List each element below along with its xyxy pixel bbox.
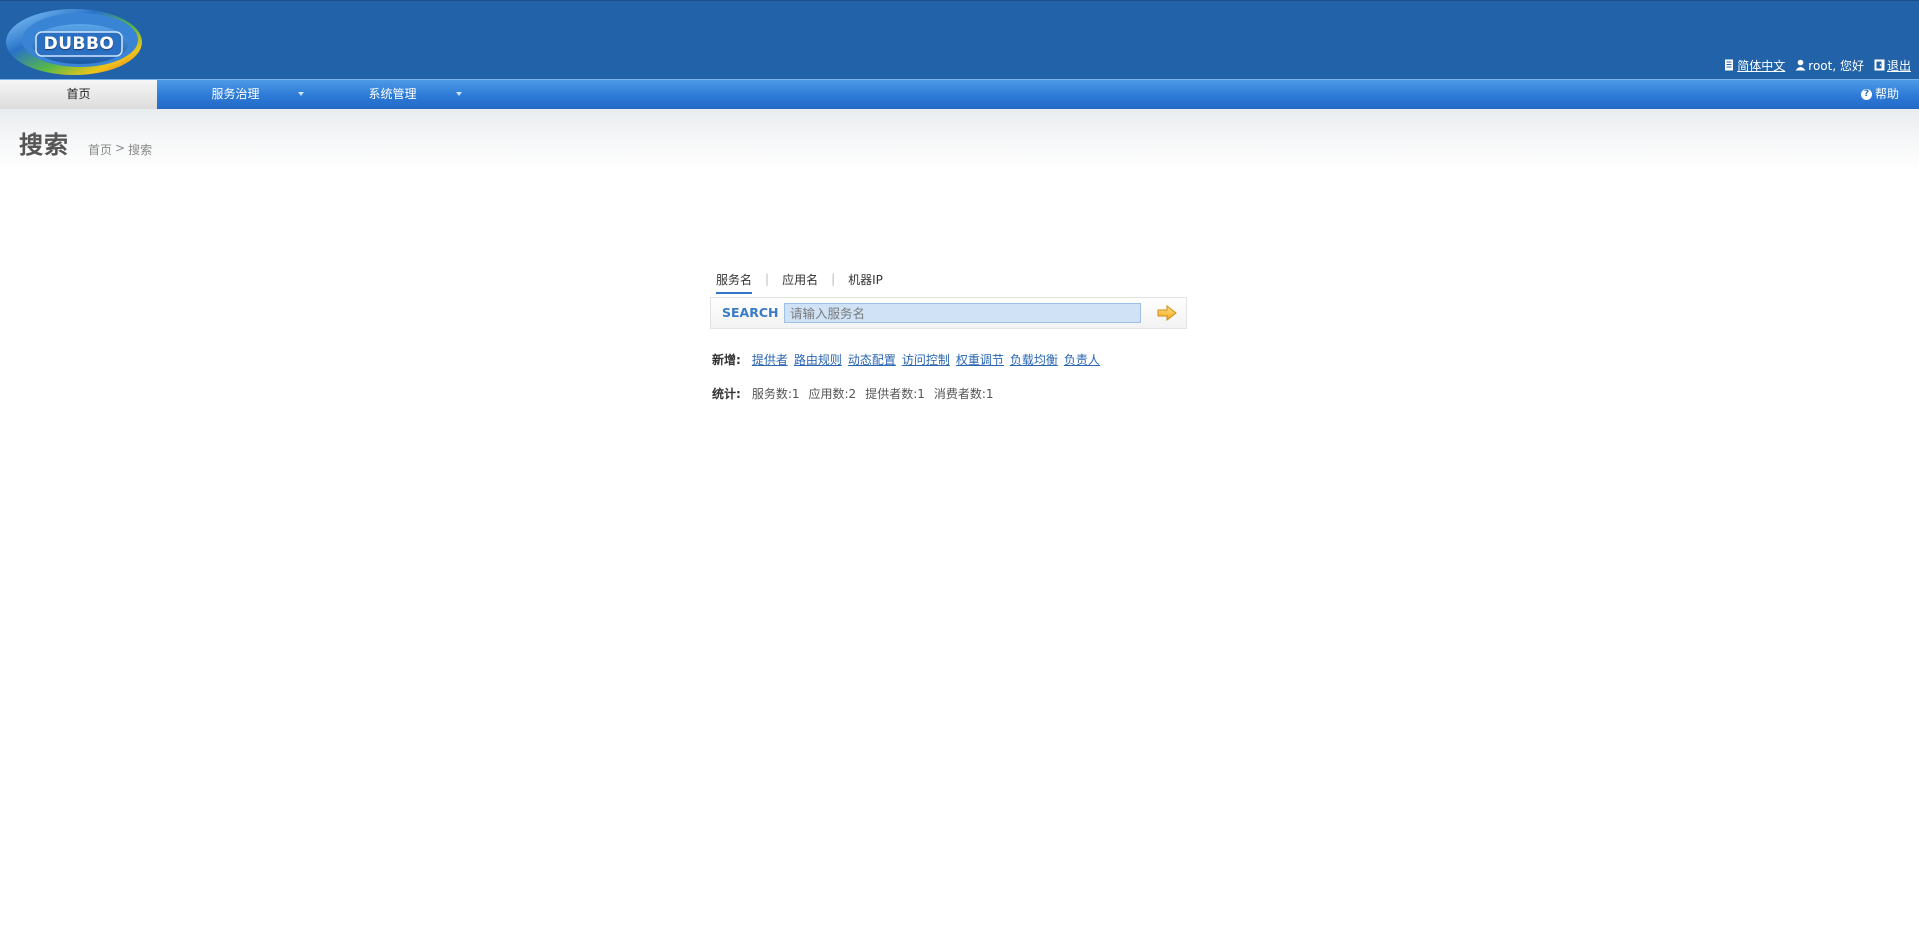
create-links-row: 新增: 提供者 路由规则 动态配置 访问控制 权重调节 负载均衡 负责人	[712, 351, 1106, 368]
search-label: SEARCH	[722, 305, 779, 320]
create-route-link[interactable]: 路由规则	[794, 351, 842, 368]
language-switch: 简体中文	[1724, 57, 1785, 74]
main-nav: 首页 服务治理 系统管理 ? 帮助	[0, 79, 1919, 109]
tab-separator: |	[765, 272, 770, 286]
tab-separator: |	[831, 272, 836, 286]
create-owner-link[interactable]: 负责人	[1064, 351, 1100, 368]
user-info: root, 您好	[1795, 57, 1864, 74]
logout: 退出	[1874, 57, 1911, 74]
nav-item-system-management[interactable]: 系统管理	[314, 80, 471, 109]
breadcrumb-home[interactable]: 首页	[88, 141, 112, 158]
stats-label: 统计:	[712, 387, 741, 401]
search-type-tabs: 服务名 | 应用名 | 机器IP	[713, 269, 886, 294]
page-title: 搜索	[19, 131, 69, 159]
create-weight-link[interactable]: 权重调节	[956, 351, 1004, 368]
logout-icon	[1874, 59, 1885, 71]
breadcrumb-separator: >	[115, 141, 126, 155]
nav-item-label: 首页	[66, 87, 91, 101]
stat-consumer-count: 消费者数:1	[933, 387, 994, 401]
breadcrumb-current: 搜索	[128, 143, 153, 157]
help-icon: ?	[1860, 89, 1872, 100]
nav-item-label: 系统管理	[368, 87, 417, 101]
logo-text: DUBBO	[43, 34, 115, 54]
search-box: SEARCH	[710, 297, 1187, 329]
page: DUBBO 简体中文 root, 您好 退出 首页 服务治理 系统管理 ? 帮助…	[0, 0, 1919, 939]
create-provider-link[interactable]: 提供者	[752, 351, 788, 368]
document-icon	[1725, 59, 1734, 71]
create-label: 新增:	[712, 353, 741, 367]
stat-service-count: 服务数:1	[751, 387, 800, 401]
arrow-right-icon[interactable]	[1157, 305, 1177, 321]
tab-service-name[interactable]: 服务名	[713, 271, 755, 294]
language-link[interactable]: 简体中文	[1737, 57, 1785, 74]
title-strip: 搜索 首页 > 搜索	[0, 109, 1919, 171]
stats-row: 统计: 服务数:1 应用数:2 提供者数:1 消费者数:1	[712, 385, 1003, 402]
search-input[interactable]	[784, 303, 1141, 323]
create-load-balance-link[interactable]: 负载均衡	[1010, 351, 1058, 368]
tab-machine-ip[interactable]: 机器IP	[845, 271, 886, 288]
nav-item-service-governance[interactable]: 服务治理	[157, 80, 314, 109]
dubbo-logo[interactable]: DUBBO	[2, 4, 145, 78]
top-header: DUBBO 简体中文 root, 您好 退出	[0, 0, 1919, 79]
help-label: 帮助	[1874, 87, 1899, 101]
nav-item-home[interactable]: 首页	[0, 80, 157, 109]
create-dynamic-config-link[interactable]: 动态配置	[848, 351, 896, 368]
chevron-down-icon[interactable]	[456, 92, 462, 96]
user-icon	[1795, 59, 1806, 71]
help-link[interactable]: ? 帮助	[1860, 80, 1899, 109]
logout-link[interactable]: 退出	[1887, 57, 1911, 74]
create-access-control-link[interactable]: 访问控制	[902, 351, 950, 368]
chevron-down-icon[interactable]	[298, 92, 304, 96]
stat-provider-count: 提供者数:1	[865, 387, 925, 401]
stat-application-count: 应用数:2	[808, 387, 857, 401]
user-greeting: root, 您好	[1808, 58, 1864, 73]
header-user-bar: 简体中文 root, 您好 退出	[1724, 57, 1911, 73]
nav-item-label: 服务治理	[211, 87, 260, 101]
breadcrumb: 首页 > 搜索	[88, 141, 152, 158]
tab-application-name[interactable]: 应用名	[779, 271, 821, 288]
